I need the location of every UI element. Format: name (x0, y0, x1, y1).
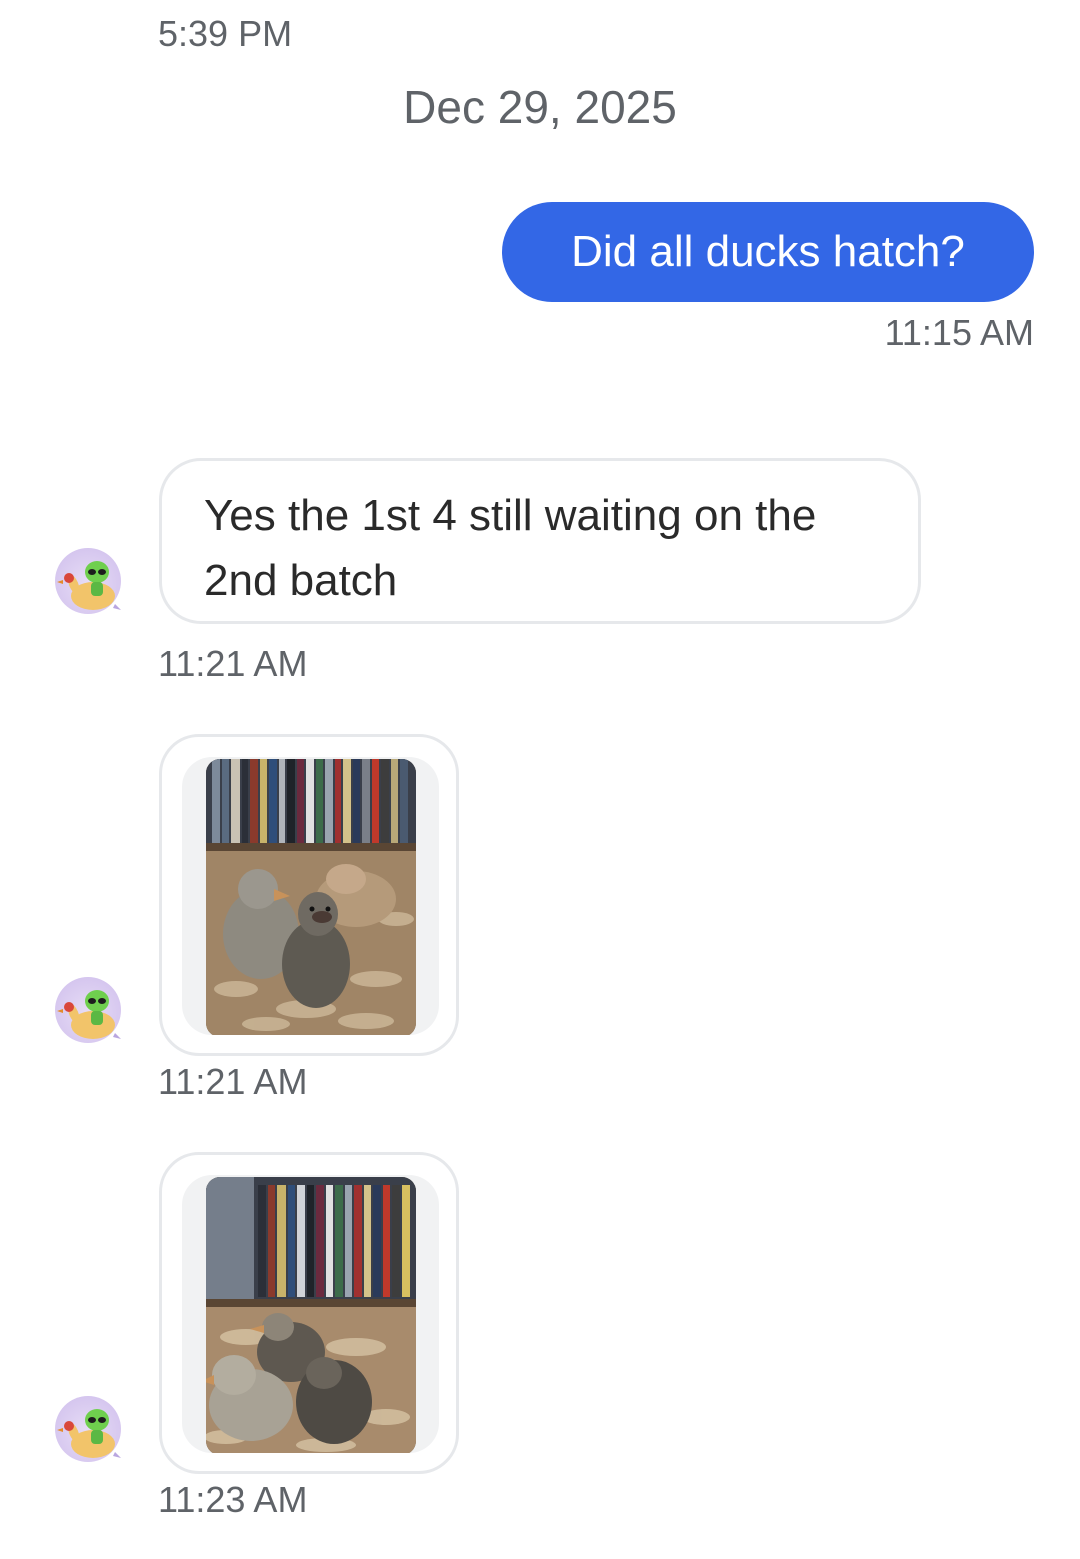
previous-message-time: 5:39 PM (158, 13, 293, 54)
message-time: 11:21 AM (158, 1061, 308, 1102)
message-text-line: 2nd batch (204, 556, 398, 605)
outgoing-message-bubble[interactable]: Did all ducks hatch? (502, 202, 1034, 302)
alien-chicken-avatar-icon[interactable] (55, 977, 121, 1043)
image-frame (182, 1175, 439, 1453)
message-text: Did all ducks hatch? (571, 227, 965, 276)
date-separator: Dec 29, 2025 (403, 81, 677, 133)
conversation-view: 5:39 PM Dec 29, 2025 Did all ducks hatch… (0, 0, 1080, 1559)
image-frame (182, 757, 439, 1035)
message-time: 11:15 AM (884, 312, 1034, 353)
incoming-message-bubble[interactable]: Yes the 1st 4 still waiting on the 2nd b… (159, 458, 921, 624)
image-message-card[interactable] (159, 734, 459, 1056)
duckling-photo[interactable] (206, 759, 416, 1035)
message-text-line: Yes the 1st 4 still waiting on the (204, 491, 817, 540)
alien-chicken-avatar-icon[interactable] (55, 1396, 121, 1462)
image-message-card[interactable] (159, 1152, 459, 1474)
duckling-photo[interactable] (206, 1177, 416, 1453)
message-time: 11:23 AM (158, 1479, 308, 1520)
message-time: 11:21 AM (158, 643, 308, 684)
alien-chicken-avatar-icon[interactable] (55, 548, 121, 614)
